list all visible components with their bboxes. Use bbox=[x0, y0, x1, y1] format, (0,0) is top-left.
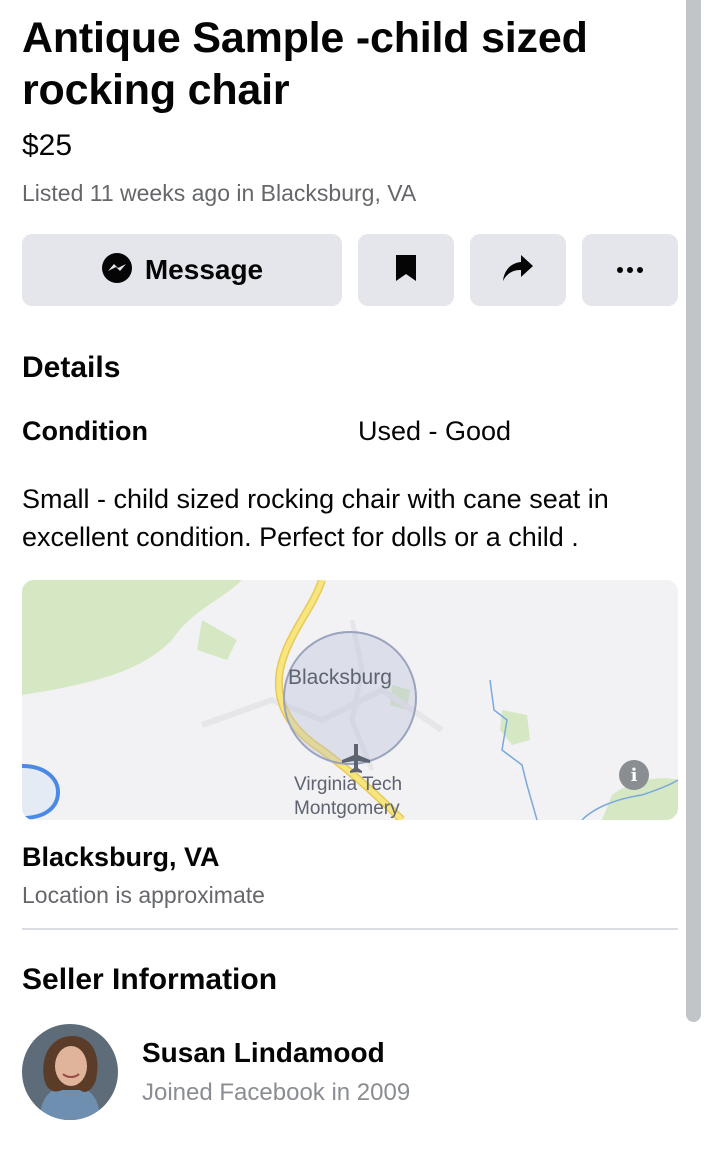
seller-text: Susan Lindamood Joined Facebook in 2009 bbox=[142, 1036, 410, 1108]
condition-row: Condition Used - Good bbox=[22, 414, 678, 448]
map-airport-line1: Virginia Tech bbox=[294, 774, 403, 795]
listing-meta: Listed 11 weeks ago in Blacksburg, VA bbox=[22, 180, 417, 206]
seller-name[interactable]: Susan Lindamood bbox=[142, 1036, 410, 1070]
map-city-label: Blacksburg bbox=[288, 666, 392, 689]
message-button[interactable]: Message bbox=[22, 234, 342, 306]
seller-joined: Joined Facebook in 2009 bbox=[142, 1079, 411, 1106]
avatar[interactable] bbox=[22, 1024, 118, 1120]
scrollbar[interactable] bbox=[686, 0, 701, 1022]
listing-title: Antique Sample -child sized rocking chai… bbox=[22, 14, 588, 114]
section-divider bbox=[22, 928, 678, 930]
location-name: Blacksburg, VA bbox=[22, 842, 220, 872]
messenger-icon bbox=[101, 252, 133, 289]
details-heading: Details bbox=[22, 351, 121, 384]
listing-price: $25 bbox=[22, 129, 73, 162]
save-button[interactable] bbox=[358, 234, 454, 306]
condition-label: Condition bbox=[22, 416, 148, 446]
map-airport-line2: Montgomery bbox=[294, 798, 400, 819]
listing-description: Small - child sized rocking chair with c… bbox=[22, 484, 609, 552]
seller-heading: Seller Information bbox=[22, 963, 278, 996]
more-dots-icon bbox=[616, 261, 644, 279]
location-map[interactable]: Blacksburg Virginia Tech Montgomery i bbox=[22, 580, 678, 820]
more-options-button[interactable] bbox=[582, 234, 678, 306]
listing-panel: Antique Sample -child sized rocking chai… bbox=[22, 0, 678, 1120]
share-button[interactable] bbox=[470, 234, 566, 306]
seller-row[interactable]: Susan Lindamood Joined Facebook in 2009 bbox=[22, 1024, 678, 1120]
message-button-label: Message bbox=[144, 254, 264, 285]
map-airport-label: Virginia Tech Montgomery bbox=[294, 773, 402, 820]
share-arrow-icon bbox=[501, 253, 535, 288]
condition-value: Used - Good bbox=[358, 416, 512, 446]
info-icon[interactable]: i bbox=[619, 760, 649, 790]
action-bar: Message bbox=[22, 234, 678, 306]
bookmark-icon bbox=[394, 253, 418, 288]
location-note: Location is approximate bbox=[22, 882, 265, 908]
